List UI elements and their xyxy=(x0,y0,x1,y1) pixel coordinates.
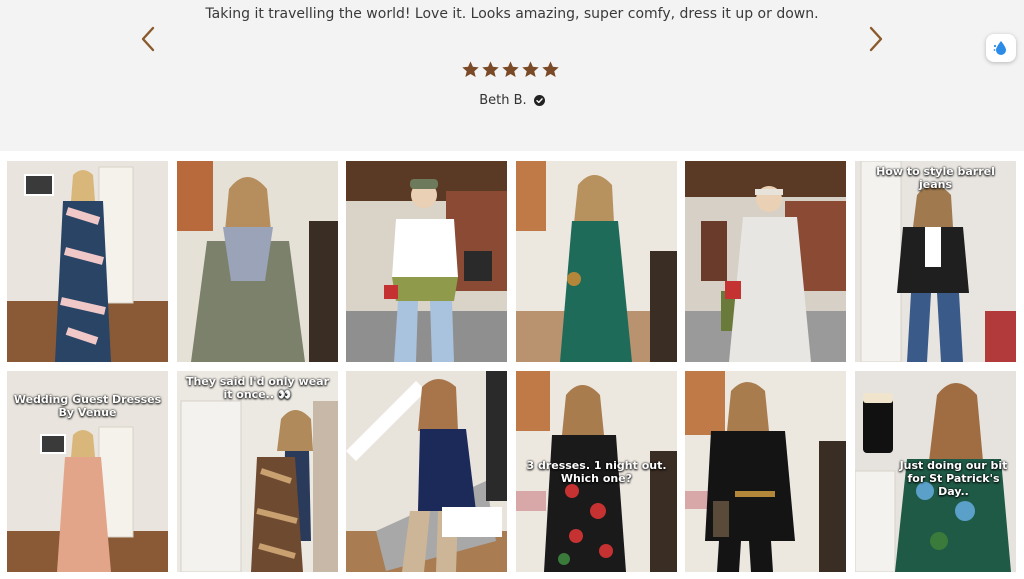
reviewer: Beth B. xyxy=(0,93,1024,108)
gallery-tile[interactable]: Just doing our bit for St Patrick's Day.… xyxy=(855,371,1016,572)
review-carousel: Taking it travelling the world! Love it.… xyxy=(0,0,1024,151)
star-icon xyxy=(462,61,479,78)
previous-review-button[interactable] xyxy=(136,24,160,54)
gallery-tile[interactable] xyxy=(346,161,507,362)
star-icon xyxy=(542,61,559,78)
star-icon xyxy=(482,61,499,78)
gallery-photo xyxy=(177,371,338,572)
water-drop-icon xyxy=(993,41,1006,55)
gallery-caption: Wedding Guest Dresses By Venue xyxy=(13,393,162,419)
gallery-photo xyxy=(516,161,677,362)
gallery-caption: 3 dresses. 1 night out. Which one? xyxy=(526,459,667,485)
gallery-tile[interactable]: 3 dresses. 1 night out. Which one? xyxy=(516,371,677,572)
gallery-caption: Just doing our bit for St Patrick's Day.… xyxy=(899,459,1008,498)
gallery-photo xyxy=(177,161,338,362)
check-circle-icon xyxy=(533,95,545,106)
gallery-tile[interactable]: They said I'd only wear it once.. 👀 xyxy=(177,371,338,572)
gallery-photo xyxy=(7,161,168,362)
gallery-tile[interactable] xyxy=(685,371,846,572)
chevron-right-icon xyxy=(869,26,883,52)
gallery-tile[interactable] xyxy=(177,161,338,362)
gallery-caption: They said I'd only wear it once.. 👀 xyxy=(185,375,330,401)
gallery-tile[interactable] xyxy=(346,371,507,572)
chevron-left-icon xyxy=(141,26,155,52)
star-rating xyxy=(461,60,560,80)
gallery-photo xyxy=(685,161,846,362)
gallery-photo xyxy=(855,161,1016,362)
gallery-tile[interactable] xyxy=(685,161,846,362)
instagram-gallery: How to style barrel jeans Wedding Guest … xyxy=(7,161,1017,573)
gallery-tile[interactable] xyxy=(516,161,677,362)
gallery-caption: How to style barrel jeans xyxy=(876,165,995,191)
next-review-button[interactable] xyxy=(864,24,888,54)
review-text: Taking it travelling the world! Love it.… xyxy=(205,6,819,22)
gallery-tile[interactable] xyxy=(7,161,168,362)
gallery-tile[interactable]: Wedding Guest Dresses By Venue xyxy=(7,371,168,572)
gallery-photo xyxy=(346,371,507,572)
reviewer-name: Beth B. xyxy=(479,93,527,108)
star-icon xyxy=(522,61,539,78)
accessibility-button[interactable] xyxy=(986,34,1016,62)
star-icon xyxy=(502,61,519,78)
gallery-photo xyxy=(685,371,846,572)
gallery-photo xyxy=(346,161,507,362)
gallery-tile[interactable]: How to style barrel jeans xyxy=(855,161,1016,362)
